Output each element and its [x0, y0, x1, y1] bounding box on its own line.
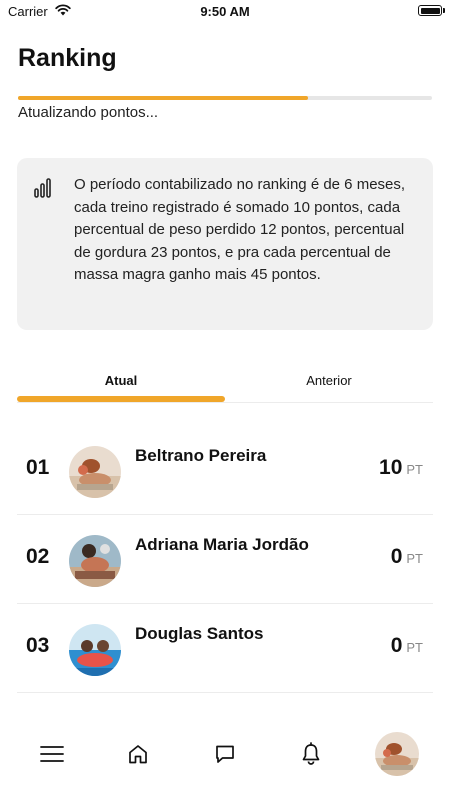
rank-position: 01 [26, 456, 50, 479]
page-title: Ranking [18, 44, 117, 72]
bottom-navigation [0, 720, 450, 790]
rank-score: 0 PT [391, 634, 423, 658]
rank-position: 03 [26, 634, 50, 657]
menu-icon[interactable] [38, 740, 66, 768]
rank-score-value: 0 [390, 634, 403, 657]
rank-score-unit: PT [406, 640, 423, 655]
rank-score-unit: PT [406, 551, 423, 566]
ranking-rules-text: O período contabilizado no ranking é de … [74, 176, 406, 284]
rank-name: Beltrano Pereira [135, 446, 267, 465]
ranking-row[interactable]: 01 Beltrano Pereira 10 PT [17, 426, 433, 515]
clock: 9:50 AM [200, 4, 250, 19]
chat-icon[interactable] [211, 740, 239, 768]
battery-icon [418, 5, 445, 16]
chart-bars-icon [34, 178, 56, 203]
ranking-row[interactable]: 02 Adriana Maria Jordão 0 PT [17, 515, 433, 604]
home-icon[interactable] [124, 740, 152, 768]
rank-score: 10 PT [379, 456, 423, 480]
rank-name: Adriana Maria Jordão [135, 535, 309, 554]
avatar [69, 624, 121, 676]
progress-label: Atualizando pontos... [18, 104, 159, 121]
ranking-list: 01 Beltrano Pereira 10 PT 02 Adriana Mar… [17, 426, 433, 693]
update-progress-fill [18, 96, 308, 100]
avatar [69, 535, 121, 587]
rank-name: Douglas Santos [135, 624, 264, 643]
tab-anterior[interactable]: Anterior [225, 362, 433, 398]
tab-atual[interactable]: Atual [17, 362, 225, 398]
rank-score-value: 10 [379, 456, 403, 479]
ranking-tabs: Atual Anterior [17, 362, 433, 403]
ranking-info-card: O período contabilizado no ranking é de … [17, 158, 433, 330]
rank-score: 0 PT [391, 545, 423, 569]
tab-selected-indicator [17, 396, 225, 402]
status-bar: Carrier 9:50 AM [0, 0, 450, 24]
bell-icon[interactable] [297, 740, 325, 768]
rank-position: 02 [26, 545, 50, 568]
rank-score-unit: PT [406, 462, 423, 477]
avatar [69, 446, 121, 498]
ranking-row[interactable]: 03 Douglas Santos 0 PT [17, 604, 433, 693]
profile-avatar[interactable] [375, 732, 419, 776]
rank-score-value: 0 [390, 545, 403, 568]
update-progress-bar [18, 96, 432, 100]
